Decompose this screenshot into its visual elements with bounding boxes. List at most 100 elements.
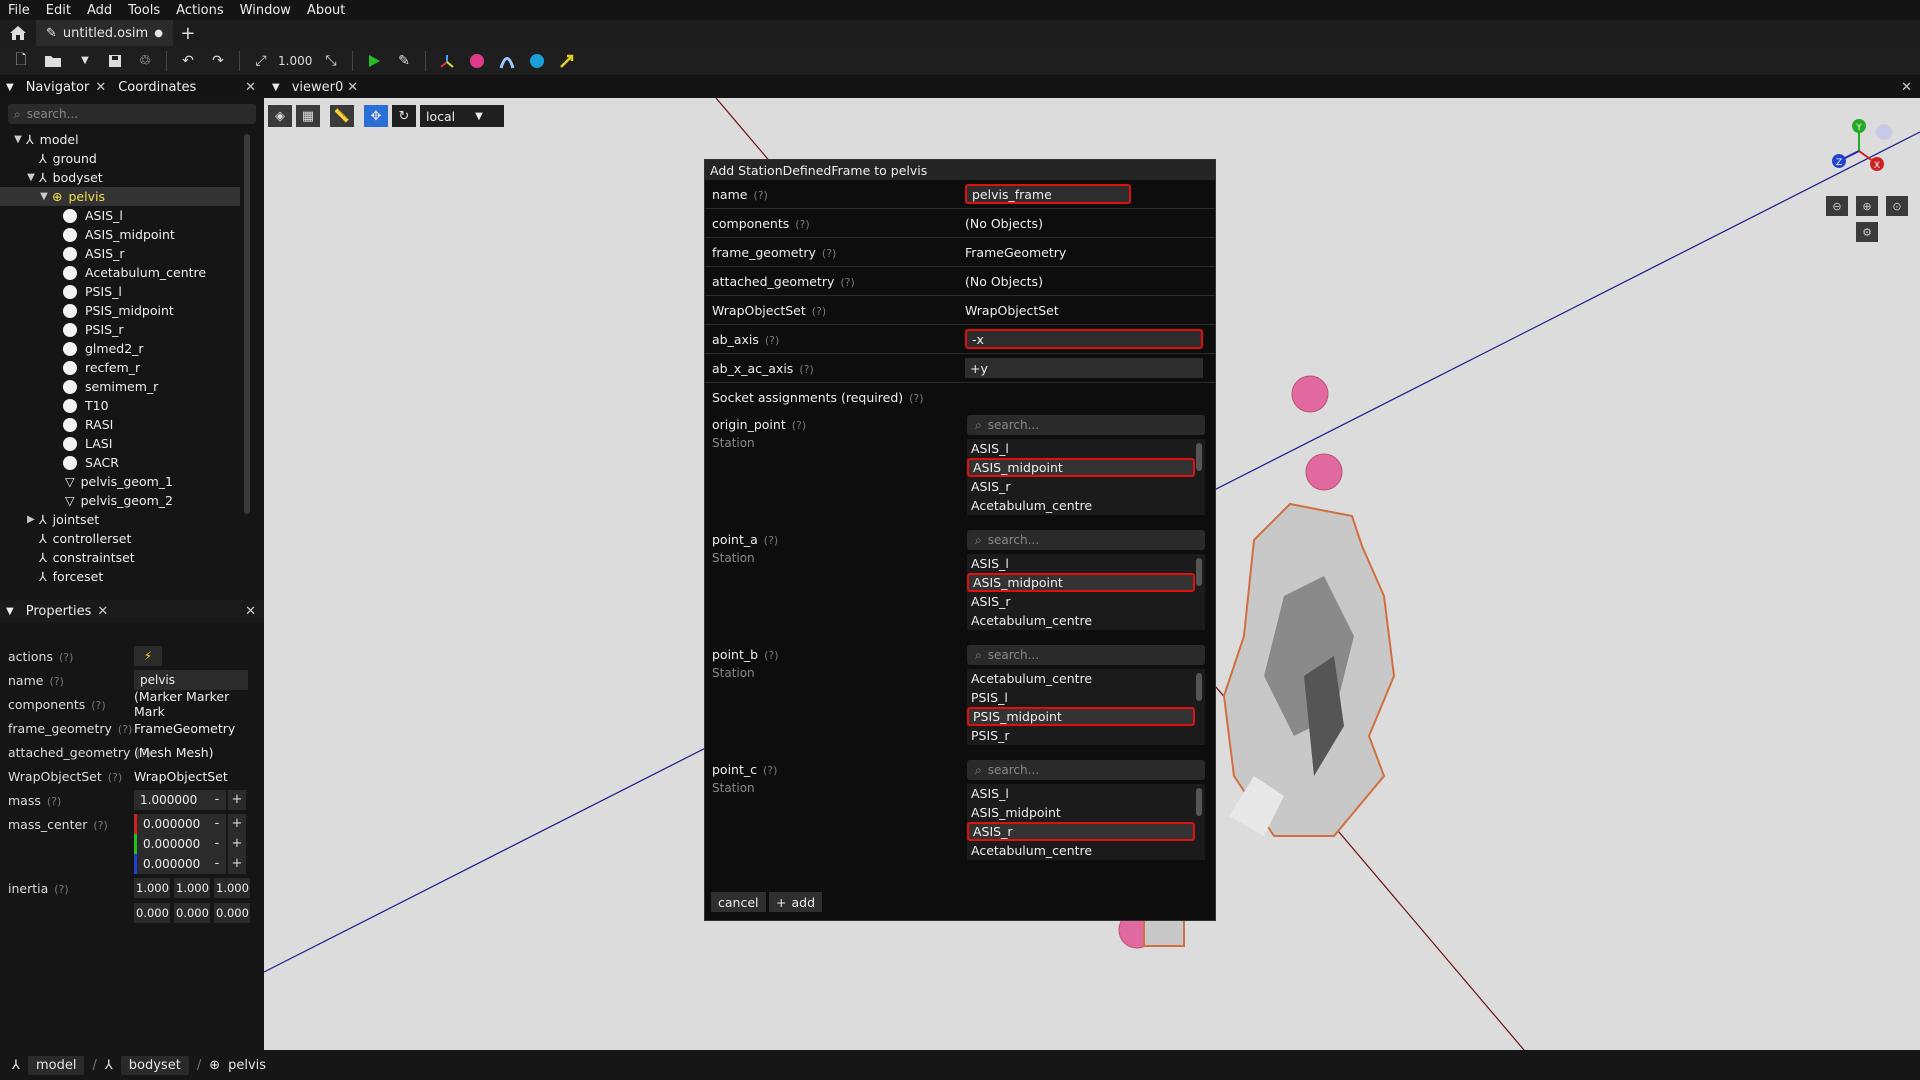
- autoscale-icon[interactable]: ⤡: [318, 49, 344, 73]
- mass-center-input[interactable]: 0.000000: [134, 854, 210, 874]
- tree-item[interactable]: LASI: [0, 434, 240, 453]
- tree-item[interactable]: ASIS_r: [0, 244, 240, 263]
- undo-icon[interactable]: ↶: [175, 49, 201, 73]
- tree-item[interactable]: SACR: [0, 453, 240, 472]
- expand-arrow-icon[interactable]: ▶: [25, 514, 37, 525]
- navigator-search-input[interactable]: ⌕ search...: [8, 104, 256, 124]
- tree-item[interactable]: PSIS_l: [0, 282, 240, 301]
- tab-coordinates[interactable]: Coordinates: [112, 80, 202, 95]
- axis-gizmo[interactable]: Y Z X: [1824, 116, 1894, 186]
- open-recent-dropdown-icon[interactable]: ▼: [72, 49, 98, 73]
- help-marker[interactable]: (?): [54, 883, 68, 896]
- reload-icon[interactable]: ♲: [132, 49, 158, 73]
- actions-lightning-icon[interactable]: ⚡: [134, 646, 162, 666]
- close-panel-icon[interactable]: ✕: [245, 80, 256, 95]
- cancel-button[interactable]: cancel: [711, 892, 766, 912]
- help-marker[interactable]: (?): [792, 419, 806, 432]
- open-folder-icon[interactable]: [38, 49, 68, 73]
- close-viewer-icon[interactable]: ✕: [1901, 80, 1912, 95]
- tree-item[interactable]: semimem_r: [0, 377, 240, 396]
- redo-icon[interactable]: ↷: [205, 49, 231, 73]
- socket-option[interactable]: ASIS_midpoint: [967, 573, 1195, 592]
- socket-option[interactable]: ASIS_midpoint: [967, 803, 1195, 822]
- help-marker[interactable]: (?): [763, 764, 777, 777]
- help-marker[interactable]: (?): [93, 819, 107, 832]
- tree-item[interactable]: PSIS_r: [0, 320, 240, 339]
- tree-item[interactable]: ⅄ controllerset: [0, 529, 240, 548]
- tree-item[interactable]: glmed2_r: [0, 339, 240, 358]
- socket-option[interactable]: ASIS_r: [967, 592, 1195, 611]
- zoom-out-icon[interactable]: ⊖: [1826, 196, 1848, 216]
- socket-option[interactable]: PSIS_l: [967, 688, 1195, 707]
- socket-options-list[interactable]: Acetabulum_centre PSIS_l PSIS_midpoint PSIS…: [967, 669, 1205, 745]
- tab-navigator[interactable]: Navigator: [20, 80, 96, 95]
- inertia-input[interactable]: 1.000: [214, 878, 250, 898]
- list-scrollbar[interactable]: [1196, 443, 1202, 471]
- tab-properties[interactable]: Properties: [20, 604, 98, 619]
- grid-icon[interactable]: ▦: [296, 105, 320, 127]
- autofocus-icon[interactable]: ⊙: [1886, 196, 1908, 216]
- breadcrumb-model[interactable]: model: [27, 1055, 85, 1075]
- name-input[interactable]: pelvis: [134, 670, 248, 690]
- socket-search-input[interactable]: ⌕ search...: [967, 530, 1205, 550]
- inertia-input[interactable]: 0.000: [214, 903, 250, 923]
- tab-viewer[interactable]: viewer0: [288, 80, 348, 95]
- decrement-button[interactable]: -: [208, 814, 226, 834]
- collapse-arrow-icon[interactable]: ▼: [0, 606, 20, 617]
- tree-item[interactable]: ⅄ constraintset: [0, 548, 240, 567]
- mass-input[interactable]: 1.000000: [134, 790, 210, 810]
- mass-center-input[interactable]: 0.000000: [134, 814, 210, 834]
- socket-option[interactable]: PSIS_r: [967, 726, 1195, 745]
- marker-sphere[interactable]: [1305, 453, 1343, 491]
- edit-simulation-icon[interactable]: ✎: [391, 49, 417, 73]
- tree-item[interactable]: T10: [0, 396, 240, 415]
- expand-arrow-icon[interactable]: ▼: [12, 134, 24, 145]
- save-icon[interactable]: [102, 49, 128, 73]
- tree-item[interactable]: ⅄ forceset: [0, 567, 240, 586]
- tree-item[interactable]: RASI: [0, 415, 240, 434]
- tree-item[interactable]: ▼ ⅄ bodyset: [0, 168, 240, 187]
- collapse-arrow-icon[interactable]: ▼: [264, 82, 288, 93]
- tree-item[interactable]: ▽ pelvis_geom_1: [0, 472, 240, 491]
- tree-item[interactable]: ⅄ ground: [0, 149, 240, 168]
- add-frame-icon[interactable]: [434, 49, 460, 73]
- add-marker-icon[interactable]: [464, 49, 490, 73]
- add-button[interactable]: + add: [769, 892, 823, 912]
- decrement-button[interactable]: -: [208, 790, 226, 810]
- socket-option[interactable]: ASIS_r: [967, 477, 1195, 496]
- socket-search-input[interactable]: ⌕ search...: [967, 645, 1205, 665]
- help-marker[interactable]: (?): [764, 649, 778, 662]
- breadcrumb-pelvis[interactable]: pelvis: [228, 1058, 266, 1073]
- socket-option[interactable]: Acetabulum_centre: [967, 611, 1195, 630]
- rotate-icon[interactable]: ↻: [392, 105, 416, 127]
- menu-edit[interactable]: Edit: [38, 3, 79, 18]
- add-force-icon[interactable]: [554, 49, 580, 73]
- close-icon[interactable]: ✕: [97, 604, 108, 619]
- tree-scrollbar[interactable]: [244, 134, 250, 514]
- home-icon[interactable]: [0, 20, 36, 46]
- increment-button[interactable]: +: [228, 854, 246, 874]
- help-marker[interactable]: (?): [764, 534, 778, 547]
- tree-item[interactable]: recfem_r: [0, 358, 240, 377]
- socket-option[interactable]: ASIS_l: [967, 784, 1195, 803]
- socket-option[interactable]: Acetabulum_centre: [967, 669, 1195, 688]
- help-marker[interactable]: (?): [59, 651, 73, 664]
- new-file-icon[interactable]: 🗋: [8, 49, 34, 73]
- tree-item[interactable]: PSIS_midpoint: [0, 301, 240, 320]
- increment-button[interactable]: +: [228, 814, 246, 834]
- ruler-icon[interactable]: 📏: [330, 105, 354, 127]
- scale-value[interactable]: 1.000: [278, 54, 314, 68]
- increment-button[interactable]: +: [228, 834, 246, 854]
- increment-button[interactable]: +: [228, 790, 246, 810]
- breadcrumb-bodyset[interactable]: bodyset: [120, 1055, 189, 1075]
- expand-arrow-icon[interactable]: ▼: [38, 191, 50, 202]
- help-marker[interactable]: (?): [49, 675, 63, 688]
- tree-item[interactable]: ASIS_l: [0, 206, 240, 225]
- tree-item[interactable]: ASIS_midpoint: [0, 225, 240, 244]
- inertia-input[interactable]: 1.000: [134, 878, 170, 898]
- list-scrollbar[interactable]: [1196, 788, 1202, 816]
- socket-options-list[interactable]: ASIS_l ASIS_midpoint ASIS_r Acetabulum_cent…: [967, 439, 1205, 515]
- close-panel-icon[interactable]: ✕: [245, 604, 256, 619]
- simulate-play-icon[interactable]: [361, 49, 387, 73]
- tree-item[interactable]: Acetabulum_centre: [0, 263, 240, 282]
